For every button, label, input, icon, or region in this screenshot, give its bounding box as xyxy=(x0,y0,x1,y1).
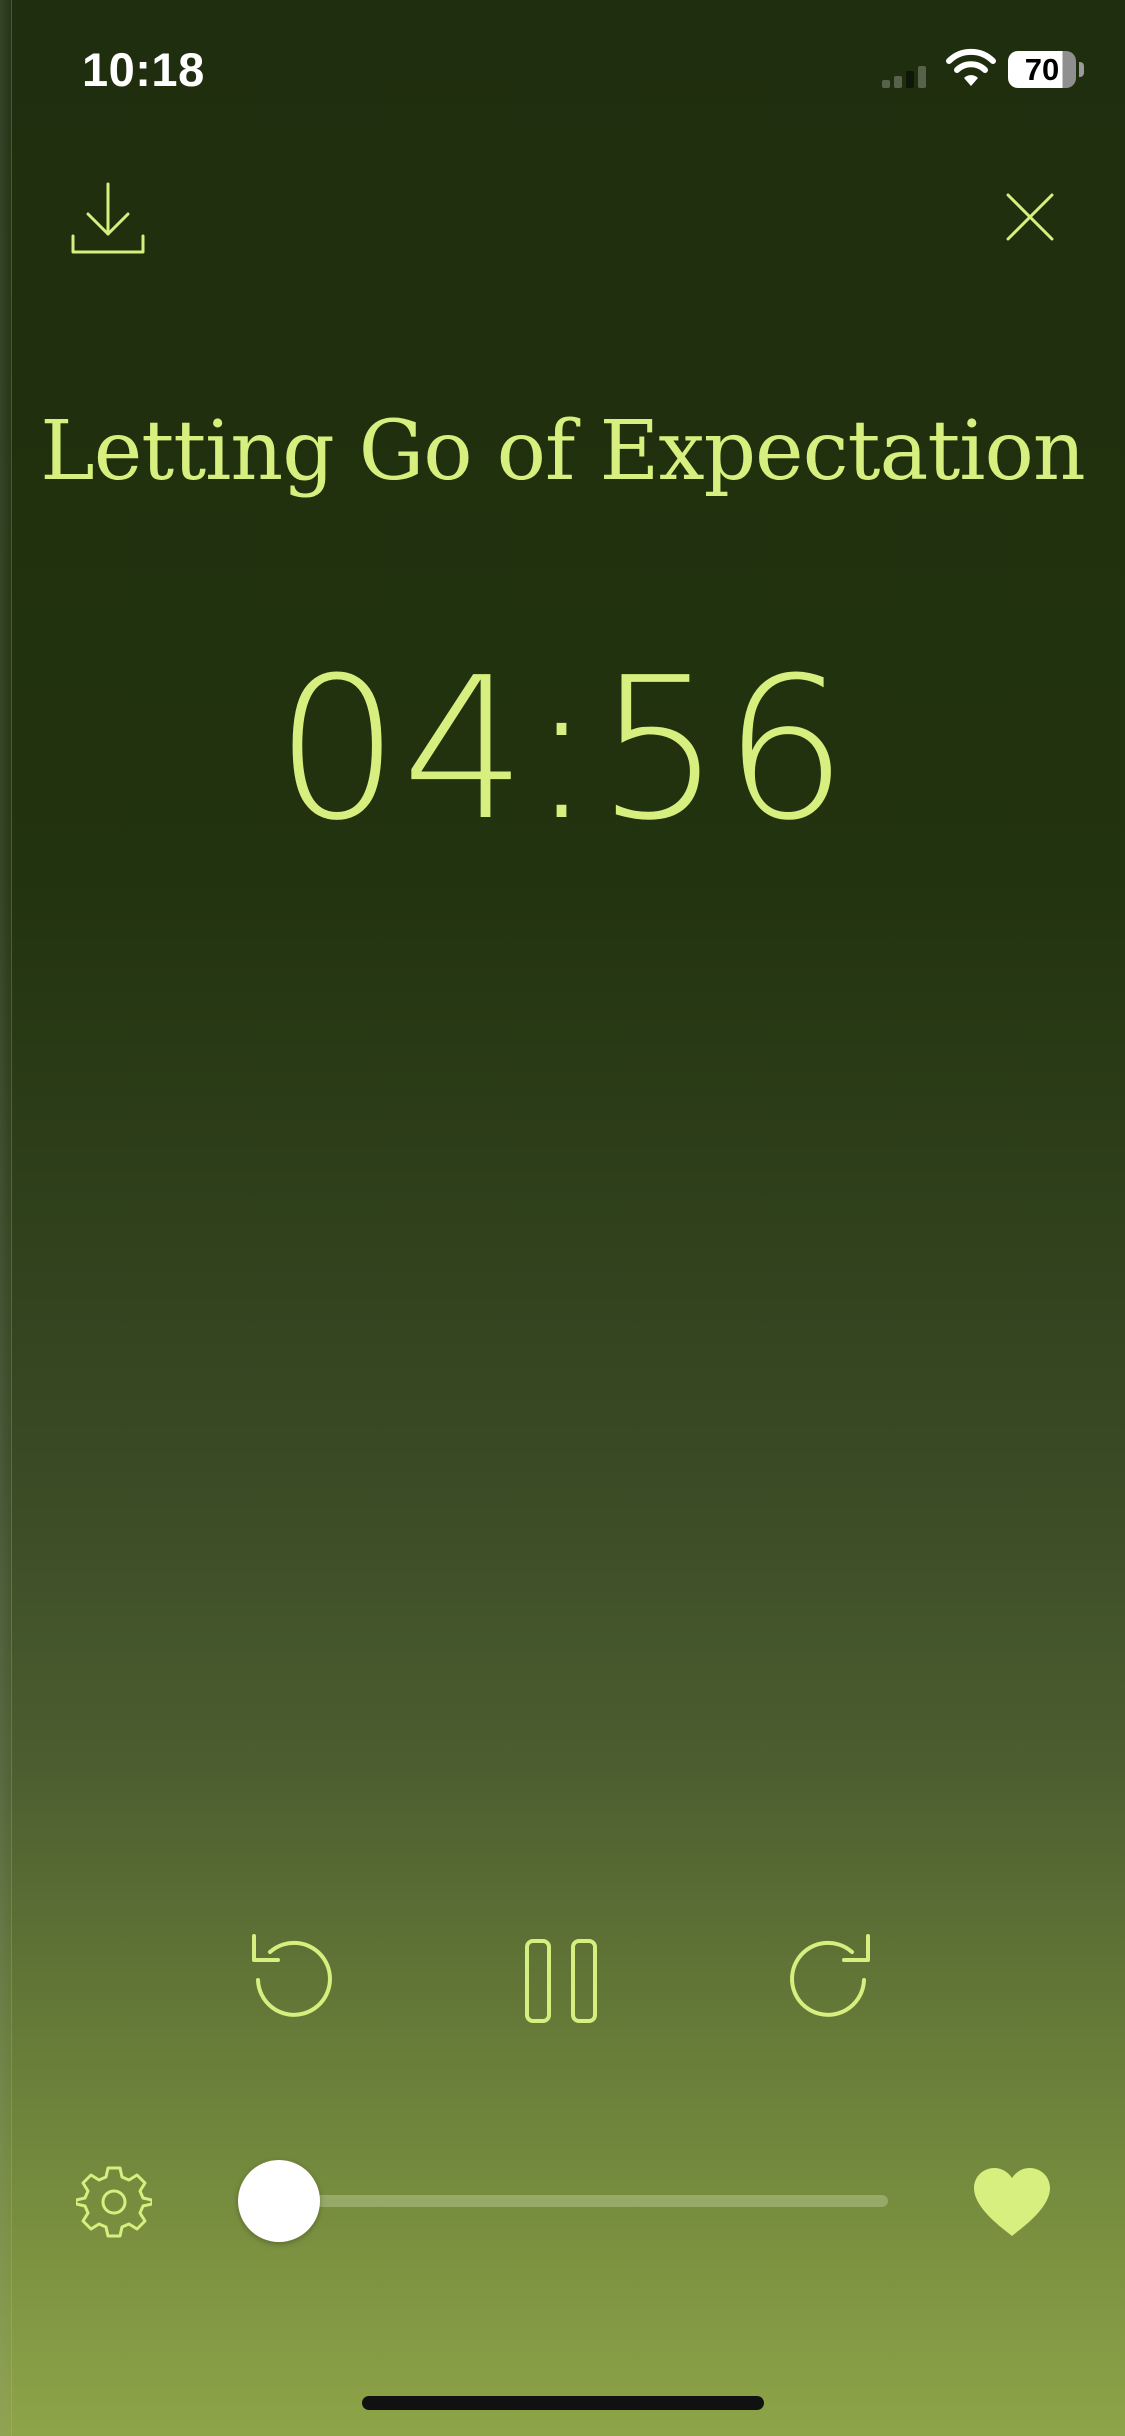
forward-icon[interactable] xyxy=(786,1930,874,2020)
heart-icon[interactable] xyxy=(972,2168,1052,2238)
battery-level: 70 xyxy=(1024,52,1060,87)
close-icon[interactable] xyxy=(1005,192,1055,242)
rewind-icon[interactable] xyxy=(248,1930,336,2020)
battery-cap xyxy=(1079,62,1084,77)
gear-icon[interactable] xyxy=(76,2164,152,2240)
cell-signal-icon xyxy=(882,66,926,88)
battery-indicator: 70 xyxy=(1008,51,1076,88)
time-remaining: 04:56 xyxy=(275,636,850,864)
home-indicator xyxy=(362,2396,764,2410)
download-icon[interactable] xyxy=(70,180,146,258)
session-title: Letting Go of Expectation xyxy=(40,404,1085,499)
status-time: 10:18 xyxy=(82,43,205,96)
progress-slider[interactable] xyxy=(238,2160,888,2242)
status-bar: 10:18 70 xyxy=(0,0,1125,138)
screen-edge xyxy=(0,0,12,2436)
pause-icon[interactable] xyxy=(522,1938,600,2024)
progress-thumb[interactable] xyxy=(238,2160,320,2242)
wifi-icon xyxy=(946,48,996,86)
